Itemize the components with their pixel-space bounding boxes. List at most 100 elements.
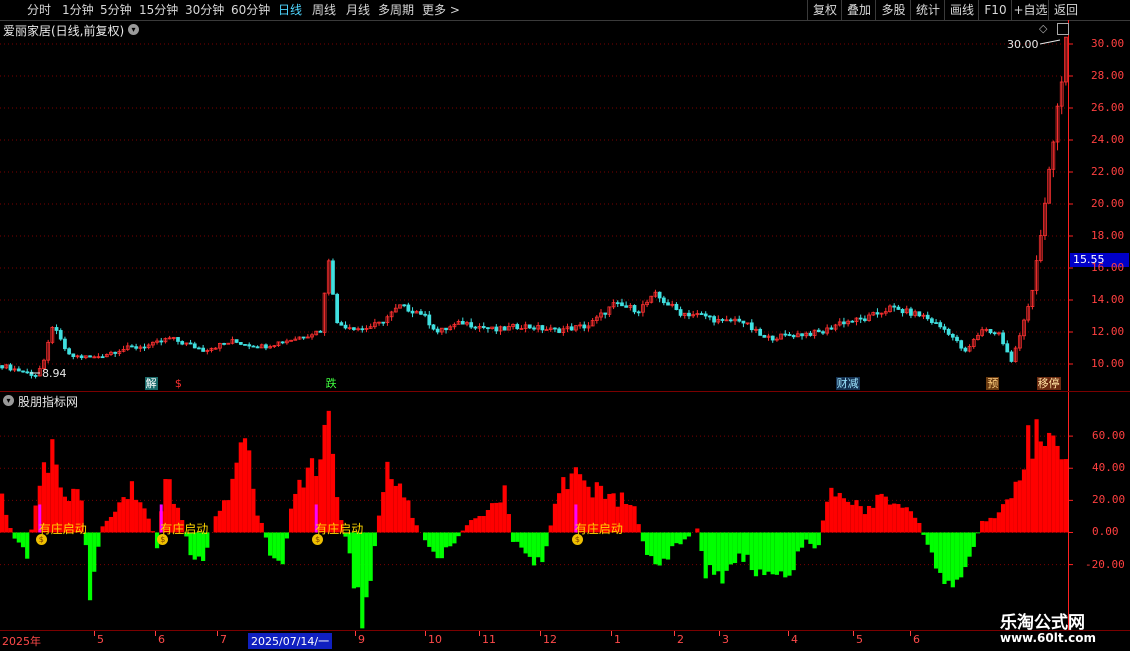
candle — [305, 334, 310, 339]
toolbar-button-7[interactable]: 返回 — [1048, 0, 1083, 20]
positive-bar — [883, 496, 888, 533]
positive-bar — [875, 494, 880, 533]
negative-bar — [682, 532, 687, 540]
low-price-label: 8.94 — [42, 367, 67, 380]
positive-bar — [1000, 504, 1006, 533]
candle — [703, 311, 708, 320]
positive-bar — [464, 525, 470, 533]
positive-bar — [150, 531, 155, 533]
candle — [653, 289, 658, 298]
price-tick-label: 28.00 — [1091, 69, 1125, 82]
period-tab-0[interactable]: 分时 — [27, 0, 51, 20]
candle — [276, 341, 281, 347]
negative-bar — [272, 532, 277, 559]
period-tab-4[interactable]: 30分钟 — [185, 0, 224, 20]
positive-bar — [1051, 435, 1056, 533]
negative-bar — [770, 532, 775, 575]
candle — [121, 345, 126, 353]
negative-bar — [737, 532, 742, 554]
candle — [850, 320, 855, 323]
candle — [791, 334, 796, 340]
panel-toggle-icon[interactable] — [1057, 23, 1069, 35]
negative-bar — [686, 532, 692, 537]
candle — [532, 325, 536, 331]
candle — [456, 319, 461, 325]
toolbar-button-2[interactable]: 多股 — [875, 0, 911, 20]
candle — [519, 325, 524, 330]
candle — [134, 343, 138, 351]
positive-bar — [108, 516, 114, 533]
candle — [402, 304, 407, 308]
period-tab-2[interactable]: 5分钟 — [100, 0, 132, 20]
positive-bar — [1038, 441, 1043, 533]
period-tab-7[interactable]: 周线 — [312, 0, 336, 20]
candle — [502, 325, 507, 331]
candle — [264, 343, 268, 351]
candle — [657, 291, 662, 303]
negative-bar — [431, 532, 436, 552]
positive-bar — [1009, 498, 1014, 533]
date-tick — [788, 631, 789, 636]
positive-bar — [1021, 469, 1027, 533]
negative-bar — [728, 532, 733, 565]
positive-bar — [414, 525, 419, 533]
positive-bar — [485, 509, 491, 533]
positive-bar — [557, 493, 562, 533]
candle — [816, 328, 821, 333]
negative-bar — [774, 532, 780, 575]
period-tab-10[interactable]: 更多 > — [422, 0, 460, 20]
candle — [544, 326, 549, 331]
candle — [176, 337, 180, 345]
candle — [997, 331, 1001, 336]
toolbar-button-6[interactable]: +自选 — [1011, 0, 1049, 20]
date-label: 4 — [791, 633, 798, 646]
candle — [946, 327, 951, 336]
negative-bar — [25, 532, 30, 559]
collapse-icon[interactable]: ▾ — [3, 395, 14, 406]
candle — [892, 303, 897, 312]
positive-bar — [247, 450, 252, 533]
period-tab-9[interactable]: 多周期 — [378, 0, 414, 20]
candle — [310, 333, 314, 340]
candle — [37, 365, 42, 377]
candle — [561, 325, 566, 336]
candle — [54, 324, 59, 335]
toolbar-button-1[interactable]: 叠加 — [841, 0, 876, 20]
period-tab-6[interactable]: 日线 — [278, 0, 302, 20]
candle — [142, 343, 147, 351]
toolbar-button-3[interactable]: 统计 — [910, 0, 945, 20]
positive-bar — [29, 529, 34, 533]
negative-bar — [678, 532, 683, 545]
candle — [75, 354, 80, 359]
candle — [984, 327, 989, 333]
period-tab-1[interactable]: 1分钟 — [62, 0, 94, 20]
candle — [540, 324, 545, 334]
candle — [800, 333, 804, 340]
period-tab-5[interactable]: 60分钟 — [231, 0, 270, 20]
candle — [29, 369, 34, 379]
period-toolbar: 分时 1分钟 5分钟 15分钟 30分钟 60分钟 日线 周线 月线 多周期 更多 > 复权 叠加 多股统… — [0, 0, 1130, 21]
negative-bar — [360, 532, 365, 629]
positive-bar — [892, 503, 897, 533]
candle — [79, 354, 84, 360]
positive-bar — [138, 502, 143, 533]
candle — [205, 348, 210, 355]
positive-bar — [565, 489, 570, 533]
date-tick — [719, 631, 720, 636]
collapse-icon[interactable]: ▾ — [128, 24, 139, 35]
candle — [883, 307, 888, 316]
settings-icon[interactable]: ◇ — [1039, 22, 1047, 35]
toolbar-button-0[interactable]: 复权 — [807, 0, 842, 20]
period-tab-3[interactable]: 15分钟 — [139, 0, 178, 20]
toolbar-button-5[interactable]: F10 — [978, 0, 1012, 20]
candle — [452, 322, 457, 330]
positive-bar — [1063, 459, 1068, 533]
positive-bar — [142, 508, 147, 533]
period-tab-8[interactable]: 月线 — [346, 0, 370, 20]
negative-bar — [712, 532, 717, 575]
candle — [213, 347, 218, 350]
candle — [674, 302, 679, 311]
positive-bar — [846, 501, 851, 533]
toolbar-button-4[interactable]: 画线 — [944, 0, 979, 20]
candle — [222, 342, 226, 346]
